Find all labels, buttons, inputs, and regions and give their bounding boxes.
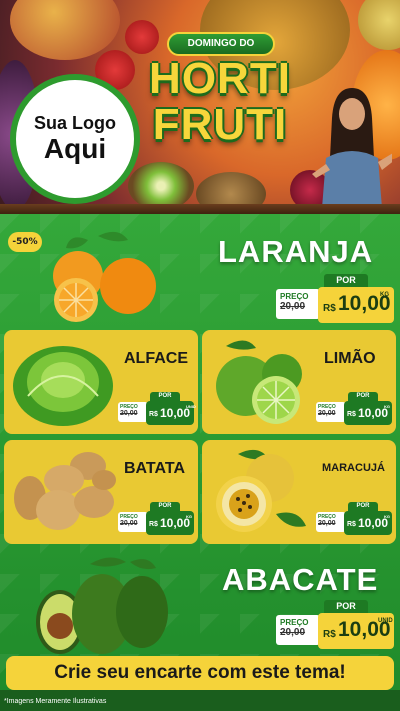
old-price: 20,00 (318, 520, 336, 527)
unit-label: UNID (186, 404, 196, 409)
por-label: POR (324, 274, 368, 287)
old-price-box: PREÇO 20,00 (316, 512, 346, 532)
old-price: 20,00 (318, 410, 336, 417)
title-emblem: DOMINGO DO HORTI FRUTI (145, 28, 295, 160)
old-price-box: PREÇO 20,00 (276, 289, 320, 319)
title-badge: DOMINGO DO (167, 32, 275, 56)
footnote: *Imagens Meramente Ilustrativas (4, 698, 107, 705)
potato-image (14, 452, 116, 530)
discount-badge: -50% (8, 232, 42, 252)
logo-text-line1: Sua Logo (34, 113, 116, 134)
product-name-limao: LIMÃO (324, 350, 376, 367)
currency-label: R$ (149, 411, 158, 418)
pear-image (358, 0, 400, 50)
currency-label: R$ (323, 303, 336, 314)
old-price-box: PREÇO 20,00 (316, 402, 346, 422)
wood-divider (0, 204, 400, 214)
melon-image (10, 0, 120, 60)
unit-label: KG (380, 292, 389, 298)
new-price-box: R$ 10,00 UNID (318, 613, 394, 649)
por-label: POR (348, 392, 378, 401)
new-price-box: R$ 10,00 KG (318, 287, 394, 323)
new-price-box: R$ 10,00 KG (146, 511, 194, 535)
price-tag-laranja: POR PREÇO 20,00 R$ 10,00 KG (276, 274, 394, 324)
por-label: POR (324, 600, 368, 613)
old-price: 20,00 (120, 410, 138, 417)
avocado-image (36, 557, 168, 654)
por-label: POR (348, 502, 378, 511)
new-price-box: R$ 10,00 KG (344, 401, 392, 425)
product-name-abacate: ABACATE (222, 562, 379, 597)
old-price: 20,00 (280, 627, 306, 638)
unit-label: KG (384, 404, 390, 409)
price-tag-abacate: POR PREÇO 20,00 R$ 10,00 UNID (276, 600, 394, 650)
product-name-maracuja: MARACUJÁ (322, 462, 385, 474)
title-line1: HORTI (149, 54, 291, 103)
currency-label: R$ (347, 521, 356, 528)
por-label: POR (150, 392, 180, 401)
header-banner: Sua Logo Aqui DOMINGO DO HORTI FRUTI (0, 0, 400, 214)
old-price-box: PREÇO 20,00 (118, 402, 148, 422)
old-price: 20,00 (120, 520, 138, 527)
logo-placeholder[interactable]: Sua Logo Aqui (10, 74, 140, 204)
currency-label: R$ (149, 521, 158, 528)
product-name-batata: BATATA (124, 460, 186, 477)
price-tag-batata: POR PREÇO 20,00 R$ 10,00 KG (118, 502, 194, 536)
unit-label: KG (186, 514, 192, 519)
price-tag-limao: POR PREÇO 20,00 R$ 10,00 KG (316, 392, 392, 426)
old-price-box: PREÇO 20,00 (118, 512, 148, 532)
orange-image (53, 231, 156, 322)
product-name-laranja: LARANJA (218, 234, 374, 269)
old-price-box: PREÇO 20,00 (276, 615, 320, 645)
price-tag-alface: POR PREÇO 20,00 R$ 10,00 UNID (118, 392, 196, 426)
logo-text-line2: Aqui (43, 133, 107, 165)
price-tag-maracuja: POR PREÇO 20,00 R$ 10,00 KG (316, 502, 392, 536)
old-price: 20,00 (280, 301, 306, 312)
preco-label: PREÇO (280, 292, 309, 301)
unit-label: UNID (378, 618, 393, 624)
cta-banner[interactable]: Crie seu encarte com este tema! (6, 656, 394, 690)
lettuce-image (13, 346, 113, 426)
lime-image (216, 340, 302, 424)
title-line2: FRUTI (152, 100, 288, 149)
preco-label: PREÇO (280, 618, 309, 627)
product-name-alface: ALFACE (124, 350, 188, 367)
new-price-box: R$ 10,00 UNID (146, 401, 196, 425)
kiwi-image (128, 162, 194, 210)
model-woman-image (312, 88, 392, 208)
por-label: POR (150, 502, 180, 511)
unit-label: KG (384, 514, 390, 519)
currency-label: R$ (347, 411, 356, 418)
new-price-box: R$ 10,00 KG (344, 511, 392, 535)
passion-fruit-image (216, 449, 306, 532)
currency-label: R$ (323, 629, 336, 640)
